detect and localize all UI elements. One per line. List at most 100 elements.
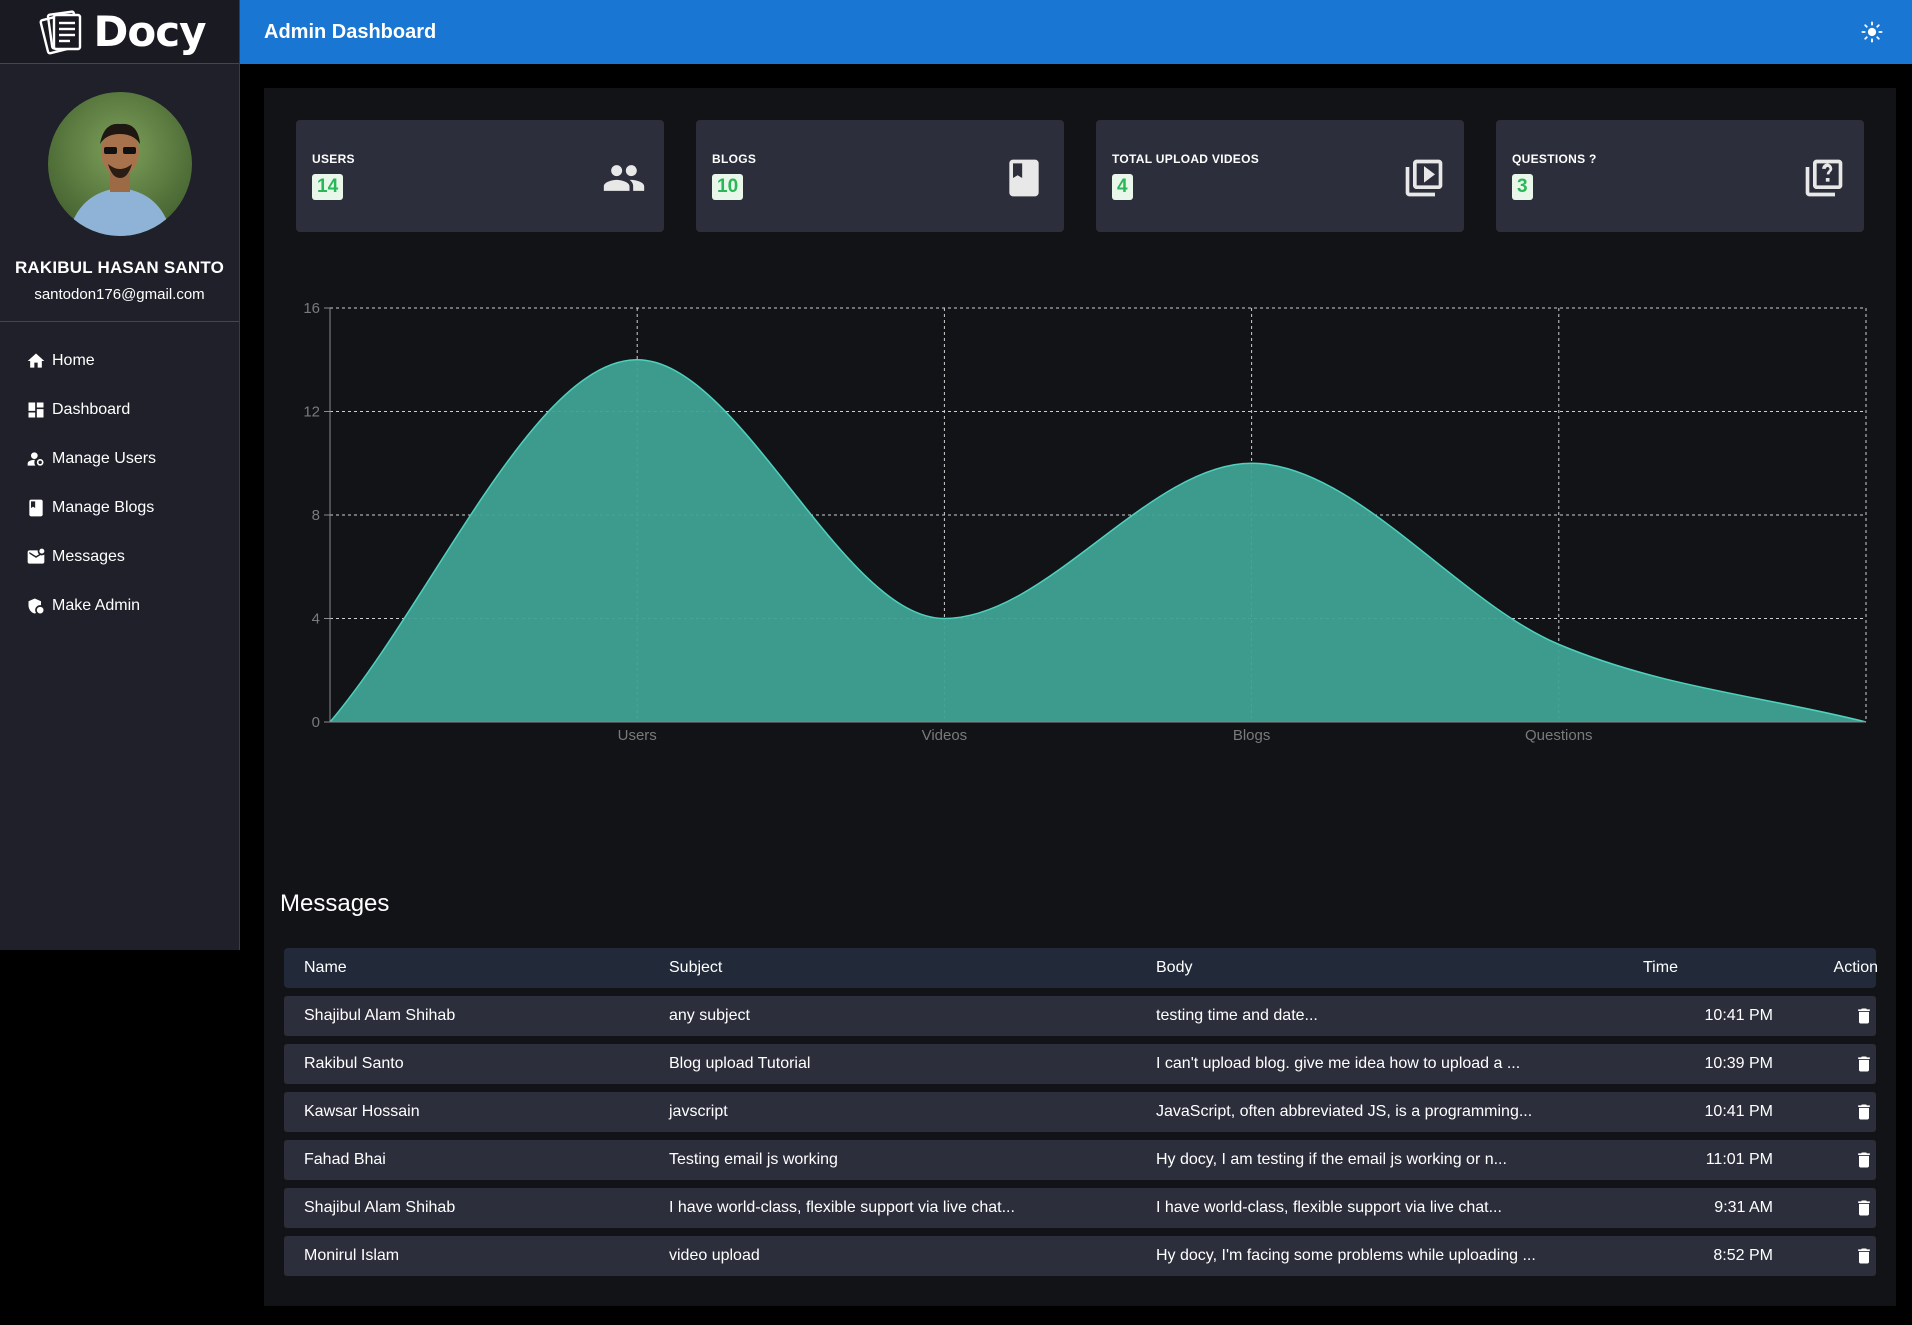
cell-time: 9:31 AM [1714, 1199, 1773, 1216]
question-library-icon [1805, 159, 1843, 197]
cell-body: Hy docy, I am testing if the email js wo… [1156, 1151, 1507, 1168]
area-chart-svg: 0 4 8 12 16 Users Videos Blogs Questions [303, 300, 1867, 744]
user-email: santodon176@gmail.com [34, 286, 205, 303]
sidebar-item-make-admin[interactable]: Make Admin [0, 581, 239, 630]
column-header-subject: Subject [669, 959, 723, 976]
cell-body: I have world-class, flexible support via… [1156, 1199, 1502, 1216]
y-tick-label: 16 [303, 300, 320, 317]
stat-count: 3 [1512, 174, 1533, 200]
x-tick-label: Questions [1525, 727, 1593, 744]
sidebar-item-dashboard[interactable]: Dashboard [0, 385, 239, 434]
app-bar: Admin Dashboard [240, 0, 1912, 64]
x-tick-label: Blogs [1233, 727, 1271, 744]
messages-heading: Messages [280, 890, 390, 917]
profile: RAKIBUL HASAN SANTO santodon176@gmail.co… [0, 64, 239, 322]
cell-time: 11:01 PM [1705, 1151, 1773, 1168]
home-icon [27, 353, 45, 368]
main-panel: USERS 14 BLOGS 10 TOTAL UPLOAD VIDEOS 4 … [264, 88, 1896, 1306]
sidebar-item-manage-blogs[interactable]: Manage Blogs [0, 483, 239, 532]
cell-body: testing time and date... [1156, 1007, 1318, 1024]
sidebar-item-label: Messages [52, 547, 125, 565]
sidebar-item-label: Manage Blogs [52, 498, 155, 516]
x-tick-label: Users [618, 727, 657, 744]
cell-name: Monirul Islam [304, 1247, 400, 1264]
theme-toggle-button[interactable] [1858, 18, 1886, 46]
cell-subject: Blog upload Tutorial [669, 1055, 811, 1072]
stats-row: USERS 14 BLOGS 10 TOTAL UPLOAD VIDEOS 4 … [296, 120, 1864, 232]
table-row: Shajibul Alam Shihab I have world-class, … [284, 1188, 1876, 1228]
sidebar-item-messages[interactable]: Messages [0, 532, 239, 581]
y-tick-label: 8 [312, 507, 320, 524]
stat-card-blogs: BLOGS 10 [696, 120, 1064, 232]
stat-card-videos: TOTAL UPLOAD VIDEOS 4 [1096, 120, 1464, 232]
stat-count: 4 [1112, 174, 1133, 200]
column-header-body: Body [1156, 959, 1193, 976]
cell-action [1781, 1150, 1896, 1170]
cell-action [1781, 1102, 1896, 1122]
sidebar-item-label: Make Admin [52, 596, 141, 614]
cell-action [1781, 1198, 1896, 1218]
manage-users-icon [27, 451, 44, 466]
x-tick-label: Videos [922, 727, 968, 744]
sidebar-item-home[interactable]: Home [0, 336, 239, 385]
avatar [47, 92, 192, 236]
sidebar-item-label: Home [52, 351, 95, 369]
stat-card-users: USERS 14 [296, 120, 664, 232]
column-header-name: Name [304, 959, 347, 976]
cell-name: Fahad Bhai [304, 1151, 386, 1168]
user-name: RAKIBUL HASAN SANTO [14, 258, 225, 277]
table-row: Fahad Bhai Testing email js working Hy doc… [284, 1140, 1876, 1180]
stat-card-questions: QUESTIONS ? 3 [1496, 120, 1864, 232]
cell-name: Shajibul Alam Shihab [304, 1199, 456, 1216]
cell-body: I can't upload blog. give me idea how to… [1156, 1055, 1521, 1072]
y-tick-label: 4 [312, 611, 320, 628]
table-row: Rakibul Santo Blog upload Tutorial I can't… [284, 1044, 1876, 1084]
video-library-icon [1405, 159, 1443, 197]
page-title: Admin Dashboard [264, 20, 437, 43]
admin-shield-icon [28, 598, 44, 613]
docs-logo-icon [38, 9, 81, 54]
stat-count: 14 [312, 174, 344, 200]
cell-subject: I have world-class, flexible support via… [669, 1199, 1015, 1216]
delete-icon[interactable] [1854, 1246, 1874, 1266]
delete-icon[interactable] [1854, 1006, 1874, 1026]
column-header-action: Action [1833, 959, 1878, 976]
book-icon [1009, 159, 1039, 197]
cell-action [1781, 1054, 1896, 1074]
book-icon [29, 499, 43, 516]
brand-name: Docy [93, 7, 207, 56]
delete-icon[interactable] [1854, 1102, 1874, 1122]
y-tick-label: 12 [303, 404, 320, 421]
delete-icon[interactable] [1854, 1198, 1874, 1218]
dashboard-icon [28, 402, 44, 417]
cell-body: JavaScript, often abbreviated JS, is a p… [1156, 1103, 1533, 1120]
cell-name: Shajibul Alam Shihab [304, 1007, 456, 1024]
cell-time: 10:39 PM [1704, 1055, 1773, 1072]
delete-icon[interactable] [1854, 1150, 1874, 1170]
sidebar-item-manage-users[interactable]: Manage Users [0, 434, 239, 483]
cell-time: 10:41 PM [1704, 1007, 1773, 1024]
sidebar-item-label: Manage Users [52, 449, 157, 467]
y-tick-label: 0 [312, 714, 320, 731]
sidebar-nav: Home Dashboard Manage Users Manage Blogs… [0, 322, 239, 630]
messages-table: Name Subject Body Time Action Shajibul A… [284, 948, 1878, 1276]
stat-count: 10 [712, 174, 744, 200]
table-row: Shajibul Alam Shihab any subject testing t… [284, 996, 1876, 1036]
column-header-time: Time [1643, 959, 1678, 976]
cell-name: Rakibul Santo [304, 1055, 404, 1072]
cell-subject: any subject [669, 1007, 750, 1024]
brand[interactable]: Docy [0, 0, 239, 64]
cell-time: 8:52 PM [1713, 1247, 1773, 1264]
cell-action [1781, 1006, 1896, 1026]
cell-action [1781, 1246, 1896, 1266]
sidebar: Docy RAKIBUL HASAN SANTO santodon176@gma… [0, 0, 240, 950]
cell-subject: video upload [669, 1247, 760, 1264]
cell-subject: javscript [669, 1103, 728, 1120]
table-header: Name Subject Body Time Action [284, 948, 1878, 988]
cell-body: Hy docy, I'm facing some problems while … [1156, 1247, 1536, 1264]
delete-icon[interactable] [1854, 1054, 1874, 1074]
table-row: Kawsar Hossain javscript JavaScript, often… [284, 1092, 1876, 1132]
sun-icon [1861, 21, 1883, 43]
cell-time: 10:41 PM [1704, 1103, 1773, 1120]
sidebar-item-label: Dashboard [52, 400, 131, 418]
